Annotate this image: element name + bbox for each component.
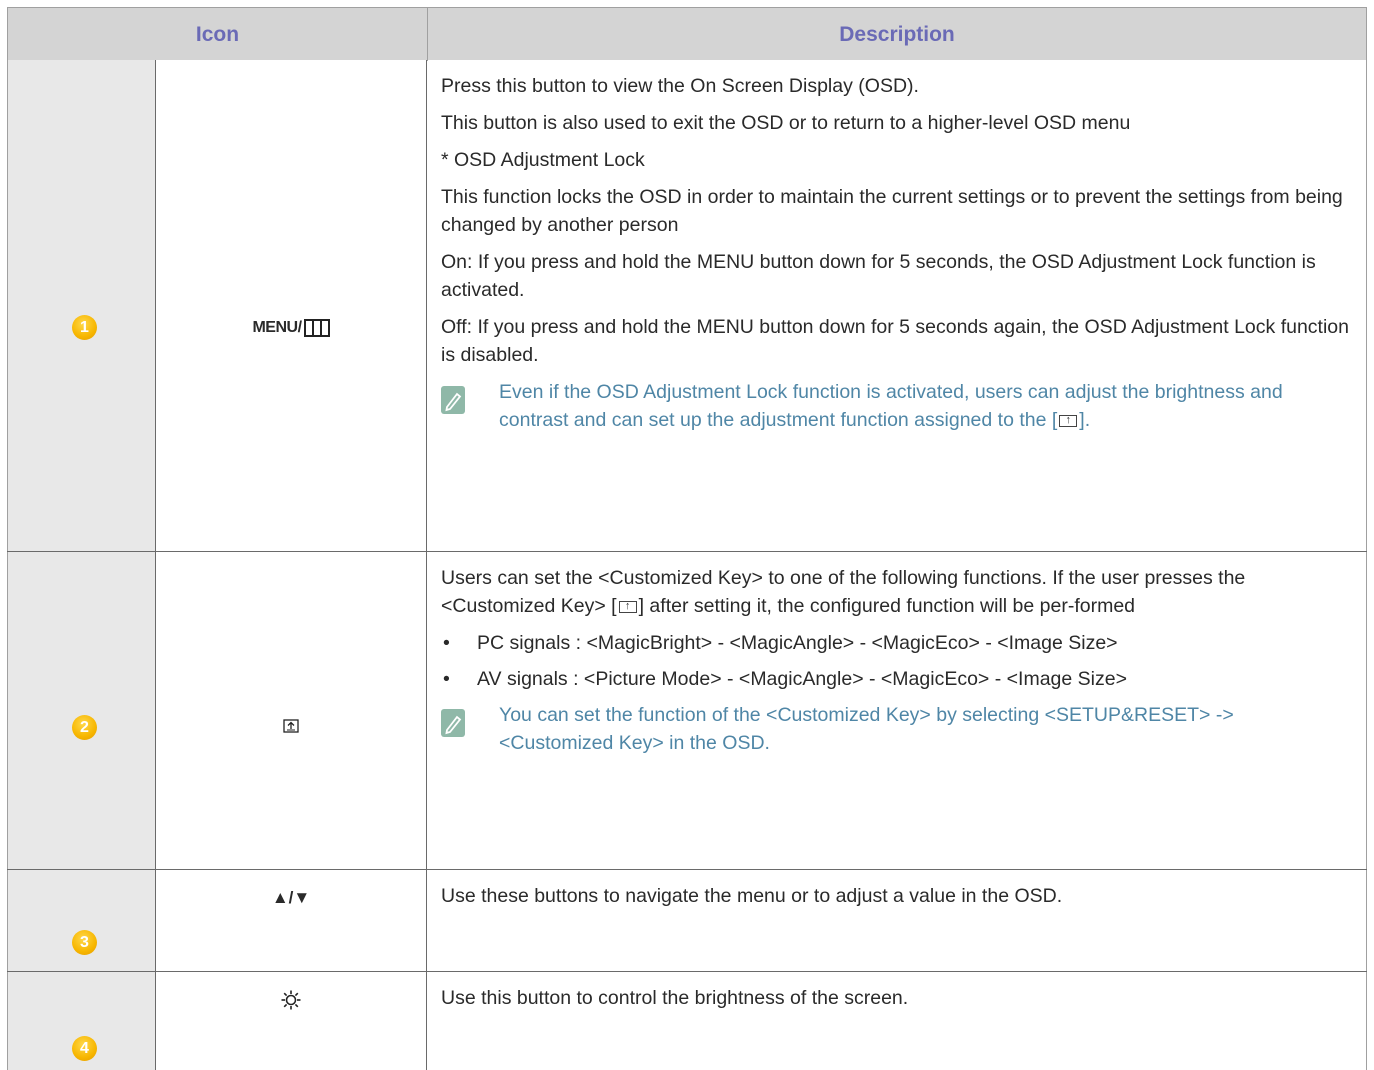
note-text: Even if the OSD Adjustment Lock function… xyxy=(499,378,1352,434)
table-row: 1 MENU/ Press this button to view the On… xyxy=(7,60,1367,552)
symbol-cell: MENU/ xyxy=(155,60,427,551)
paragraph: Off: If you press and hold the MENU butt… xyxy=(441,316,1349,366)
paragraph: Users can set the <Customized Key> to on… xyxy=(441,564,1352,620)
table-row: 4 Use this button to control the brightn… xyxy=(7,972,1367,1070)
note-pencil-icon xyxy=(441,709,465,737)
symbol-cell xyxy=(155,552,427,869)
number-badge: 2 xyxy=(72,715,97,740)
paragraph: Use this button to control the brightnes… xyxy=(441,987,909,1009)
customized-key-icon xyxy=(618,597,637,615)
list-item: • PC signals : <MagicBright> - <MagicAngl… xyxy=(443,632,1118,654)
up-down-arrow-symbol: ▲/▼ xyxy=(271,888,311,907)
brightness-symbol xyxy=(156,988,426,1012)
menu-grid-icon xyxy=(303,319,330,337)
symbol-cell: ▲/▼ xyxy=(155,870,427,971)
note-text: You can set the function of the <Customi… xyxy=(499,704,1234,754)
note: You can set the function of the <Customi… xyxy=(441,701,1352,757)
description-cell: Users can set the <Customized Key> to on… xyxy=(427,552,1367,869)
menu-key-symbol: MENU/ xyxy=(156,317,426,339)
note: Even if the OSD Adjustment Lock function… xyxy=(441,378,1352,434)
table-row: 2 Users can set the <Customized Key> to … xyxy=(7,552,1367,870)
customized-key-icon xyxy=(1059,411,1078,429)
number-badge: 4 xyxy=(72,1036,97,1061)
sun-icon xyxy=(281,990,301,1010)
key-function-table: Icon Description 1 MENU/ Press this butt… xyxy=(7,7,1367,1070)
list-item: • AV signals : <Picture Mode> - <MagicAng… xyxy=(443,668,1127,690)
table-header: Icon Description xyxy=(7,7,1367,61)
paragraph: Use these buttons to navigate the menu o… xyxy=(441,885,1063,907)
header-description: Description xyxy=(839,22,955,46)
description-cell: Use this button to control the brightnes… xyxy=(427,972,1367,1070)
paragraph: This function locks the OSD in order to … xyxy=(441,186,1343,236)
number-badge: 1 xyxy=(72,315,97,340)
symbol-cell xyxy=(155,972,427,1070)
number-cell: 4 xyxy=(7,972,155,1070)
number-cell: 3 xyxy=(7,870,155,971)
customized-key-icon xyxy=(283,719,299,733)
description-cell: Use these buttons to navigate the menu o… xyxy=(427,870,1367,971)
number-cell: 1 xyxy=(7,60,155,551)
table-row: 3 ▲/▼ Use these buttons to navigate the … xyxy=(7,870,1367,972)
paragraph: On: If you press and hold the MENU butto… xyxy=(441,251,1316,301)
description-cell: Press this button to view the On Screen … xyxy=(427,60,1367,551)
paragraph: Press this button to view the On Screen … xyxy=(441,75,919,97)
number-badge: 3 xyxy=(72,930,97,955)
number-cell: 2 xyxy=(7,552,155,869)
paragraph: * OSD Adjustment Lock xyxy=(441,149,645,171)
header-icon: Icon xyxy=(8,8,428,61)
customized-key-symbol xyxy=(156,717,426,735)
paragraph: This button is also used to exit the OSD… xyxy=(441,112,1131,134)
note-pencil-icon xyxy=(441,386,465,414)
